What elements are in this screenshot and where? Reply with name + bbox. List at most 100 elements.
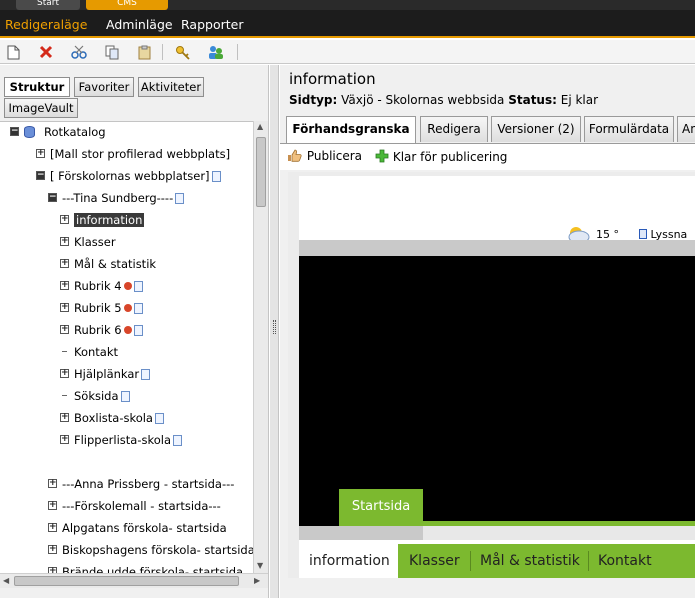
tree-node-hjälplänkar[interactable]: + Hjälplänkar xyxy=(0,365,253,383)
scroll-right-icon[interactable]: ▶ xyxy=(254,576,260,585)
tree-node-label: ---Förskolemall - startsida--- xyxy=(62,499,221,513)
tree-node-tina-sundberg[interactable]: − ---Tina Sundberg---- xyxy=(0,189,253,207)
tree-node-label: Rubrik 6 xyxy=(74,323,122,337)
tree-node-alpgatans-förskola-startsida[interactable]: + Alpgatans förskola- startsida xyxy=(0,519,253,537)
paste-icon[interactable] xyxy=(136,43,154,61)
preview-bottom-bar xyxy=(288,578,695,598)
tree-node-boxlista-skola[interactable]: + Boxlista-skola xyxy=(0,409,253,427)
expand-icon[interactable]: + xyxy=(60,325,69,334)
page-icon xyxy=(211,171,221,182)
tree-node-biskopshagens-förskola-startsida[interactable]: + Biskopshagens förskola- startsida xyxy=(0,541,253,559)
copy-icon[interactable] xyxy=(103,43,121,61)
ready-label: Klar för publicering xyxy=(392,150,508,164)
delete-icon[interactable] xyxy=(37,43,55,61)
site-nav-mal-statistik[interactable]: Mål & statistik xyxy=(480,544,580,578)
expand-icon[interactable]: + xyxy=(60,413,69,422)
page-title: information xyxy=(289,70,376,88)
page-icon xyxy=(133,281,143,292)
expand-icon[interactable]: + xyxy=(60,435,69,444)
access-restricted-icon xyxy=(123,326,132,334)
top-tab-cms[interactable]: CMS xyxy=(86,0,168,10)
tab-favoriter[interactable]: Favoriter xyxy=(74,77,134,97)
site-nav-information[interactable]: information xyxy=(299,544,398,578)
expand-icon[interactable]: + xyxy=(60,215,69,224)
page-icon xyxy=(141,369,151,380)
tree-node-label: Rotkatalog xyxy=(44,125,106,139)
ready-for-publish-button[interactable]: Klar för publicering xyxy=(375,149,507,164)
mode-edit-link[interactable]: Redigeraläge xyxy=(5,17,87,32)
expand-icon[interactable]: + xyxy=(60,369,69,378)
tree-node-rotkatalog[interactable]: − Rotkatalog xyxy=(0,123,253,141)
key-icon[interactable] xyxy=(174,43,192,61)
top-tab-start[interactable]: Start xyxy=(16,0,80,10)
site-nav-klasser[interactable]: Klasser xyxy=(409,544,460,578)
tab-aktiviteter[interactable]: Aktiviteter xyxy=(138,77,204,97)
expand-icon[interactable]: + xyxy=(48,479,57,488)
panel-splitter[interactable] xyxy=(270,65,279,598)
scroll-down-icon[interactable]: ▼ xyxy=(257,561,263,570)
tree-node-anna-prissberg-startsida[interactable]: + ---Anna Prissberg - startsida--- xyxy=(0,475,253,493)
toolbar-separator xyxy=(162,44,163,60)
speaker-icon xyxy=(639,229,647,239)
collapse-icon[interactable]: − xyxy=(10,127,19,136)
tree-node-förskolornas-webbplatser[interactable]: −[ Förskolornas webbplatser] xyxy=(0,167,253,185)
tree-node-label: Boxlista-skola xyxy=(74,411,153,425)
tree-node-söksida[interactable]: Söksida xyxy=(0,387,253,405)
thumbs-up-icon xyxy=(288,149,302,162)
publish-button[interactable]: Publicera xyxy=(287,149,362,163)
tab-edit[interactable]: Redigera xyxy=(420,116,488,142)
new-page-icon[interactable] xyxy=(4,43,22,61)
preview-frame: 15 ° Lyssna Startsida information Klasse… xyxy=(288,172,695,598)
tab-overflow[interactable]: An xyxy=(677,116,695,142)
scroll-left-icon[interactable]: ◀ xyxy=(3,576,9,585)
tree-hscroll-thumb[interactable] xyxy=(14,576,239,586)
tree-node-rubrik-4[interactable]: + Rubrik 4 xyxy=(0,277,253,295)
tree-leaf-connector xyxy=(62,351,67,352)
header-strip xyxy=(299,240,695,256)
tree-node-rubrik-6[interactable]: + Rubrik 6 xyxy=(0,321,253,339)
expand-icon[interactable]: + xyxy=(48,545,57,554)
cut-icon[interactable] xyxy=(70,43,88,61)
splitter-grip-icon[interactable] xyxy=(273,320,276,334)
tab-versions[interactable]: Versioner (2) xyxy=(491,116,581,142)
tree-horizontal-scrollbar[interactable]: ◀ ▶ xyxy=(0,573,268,588)
expand-icon[interactable]: + xyxy=(48,523,57,532)
tree-node-label: Kontakt xyxy=(74,345,119,359)
collapse-icon[interactable]: − xyxy=(48,193,57,202)
collapse-icon[interactable]: − xyxy=(36,171,45,180)
site-nav: information Klasser Mål & statistik Kont… xyxy=(299,544,695,578)
tree-node-flipperlista-skola[interactable]: + Flipperlista-skola xyxy=(0,431,253,449)
toolbar xyxy=(0,40,695,64)
toolbar-separator xyxy=(237,44,238,60)
site-start-tab[interactable]: Startsida xyxy=(339,489,423,526)
page-icon xyxy=(120,391,130,402)
tree-node-kontakt[interactable]: Kontakt xyxy=(0,343,253,361)
tree-node-brände-udde-förskola-startsida[interactable]: + Brände udde förskola- startsida xyxy=(0,563,253,573)
mode-admin-link[interactable]: Adminläge xyxy=(106,17,173,32)
tree-scroll-thumb[interactable] xyxy=(256,137,266,207)
mode-reports-link[interactable]: Rapporter xyxy=(181,17,243,32)
tree-node-mål-statistik[interactable]: + Mål & statistik xyxy=(0,255,253,273)
structure-panel: Struktur Favoriter Aktiviteter ImageVaul… xyxy=(0,65,269,598)
tree-vertical-scrollbar[interactable]: ▲ ▼ xyxy=(253,121,268,573)
expand-icon[interactable]: + xyxy=(48,501,57,510)
expand-icon[interactable]: + xyxy=(36,149,45,158)
tab-form-data[interactable]: Formulärdata xyxy=(584,116,674,142)
page-type-value: Växjö - Skolornas webbsida xyxy=(341,93,505,107)
expand-icon[interactable]: + xyxy=(60,237,69,246)
tree-node-information[interactable]: + information xyxy=(0,211,253,229)
expand-icon[interactable]: + xyxy=(60,259,69,268)
users-icon[interactable] xyxy=(207,43,225,61)
tab-preview[interactable]: Förhandsgranska xyxy=(286,116,416,144)
expand-icon[interactable]: + xyxy=(60,303,69,312)
tree-node-mall-stor-profilerad-webbplats[interactable]: + [Mall stor profilerad webbplats] xyxy=(0,145,253,163)
page-status-label: Status: xyxy=(508,93,557,107)
tab-imagevault[interactable]: ImageVault xyxy=(4,98,78,118)
tab-struktur[interactable]: Struktur xyxy=(4,77,70,97)
tree-node-förskolemall-startsida[interactable]: + ---Förskolemall - startsida--- xyxy=(0,497,253,515)
scroll-up-icon[interactable]: ▲ xyxy=(257,122,263,131)
tree-node-rubrik-5[interactable]: + Rubrik 5 xyxy=(0,299,253,317)
site-nav-kontakt[interactable]: Kontakt xyxy=(598,544,652,578)
tree-node-klasser[interactable]: + Klasser xyxy=(0,233,253,251)
expand-icon[interactable]: + xyxy=(60,281,69,290)
